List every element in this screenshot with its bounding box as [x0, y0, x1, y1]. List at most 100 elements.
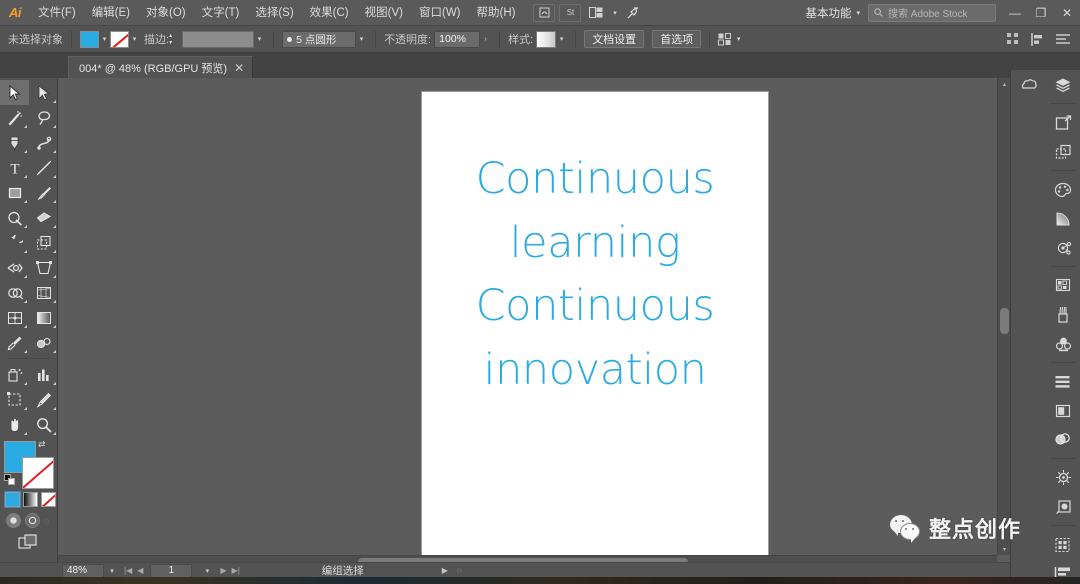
perspective-grid-tool[interactable]: [29, 280, 58, 305]
prev-artboard-icon[interactable]: ◀: [137, 566, 143, 575]
transparency-panel-icon[interactable]: [1046, 530, 1080, 559]
slice-tool[interactable]: [29, 387, 58, 412]
stroke-color-swatch[interactable]: [110, 30, 129, 48]
blend-tool[interactable]: [29, 330, 58, 355]
gradient-mode-button[interactable]: [23, 492, 38, 507]
stock-icon[interactable]: St: [559, 3, 582, 22]
scale-tool[interactable]: [29, 230, 58, 255]
edit-toolbar-icon[interactable]: [17, 534, 40, 550]
vertical-scroll-thumb[interactable]: [1000, 308, 1009, 334]
gradient-panel-icon[interactable]: [1046, 204, 1080, 233]
menu-window[interactable]: 窗口(W): [411, 0, 469, 26]
next-artboard-icon[interactable]: ▶: [220, 566, 226, 575]
appearance-panel-icon[interactable]: [1046, 463, 1080, 492]
artboards-panel-icon[interactable]: [1046, 108, 1080, 137]
select-similar-button[interactable]: [718, 32, 733, 46]
hand-tool[interactable]: [0, 412, 29, 437]
draw-behind-icon[interactable]: [25, 513, 40, 528]
workspace-switcher[interactable]: 基本功能 ▾: [797, 3, 868, 22]
stroke-profile-chevron-down-icon[interactable]: ▾: [254, 31, 265, 48]
document-tab[interactable]: 004* @ 48% (RGB/GPU 预览) ✕: [68, 56, 254, 78]
brush-definition-select[interactable]: 5 点圆形: [282, 30, 357, 48]
zoom-tool[interactable]: [29, 412, 58, 437]
free-transform-tool[interactable]: [29, 255, 58, 280]
direct-selection-tool[interactable]: [29, 80, 58, 105]
default-fill-stroke-icon[interactable]: [4, 474, 15, 485]
type-tool[interactable]: T: [0, 155, 29, 180]
artwork-text-object[interactable]: Continuous learning Continuous innovatio…: [435, 148, 755, 403]
last-artboard-icon[interactable]: ▶|: [232, 566, 240, 575]
pen-tool[interactable]: [0, 130, 29, 155]
pathfinder-panel-icon[interactable]: [1046, 425, 1080, 454]
toolbar-stroke-swatch[interactable]: [22, 457, 54, 489]
artboard-number-input[interactable]: 1: [150, 563, 193, 578]
scroll-up-icon[interactable]: ▴: [998, 78, 1010, 90]
brush-chevron-down-icon[interactable]: ▾: [356, 31, 367, 48]
close-icon[interactable]: ✕: [234, 62, 244, 74]
scroll-down-icon[interactable]: ▾: [998, 543, 1010, 555]
close-button[interactable]: ✕: [1054, 0, 1080, 26]
color-guide-panel-icon[interactable]: [1046, 233, 1080, 262]
arrange-documents-chevron-down-icon[interactable]: ▾: [609, 4, 620, 21]
control-bar-menu-icon[interactable]: [1056, 33, 1070, 45]
status-text-area[interactable]: 编组选择: [322, 563, 364, 578]
curvature-tool[interactable]: [29, 130, 58, 155]
zoom-chevron-down-icon[interactable]: ▾: [104, 567, 120, 575]
eyedropper-tool[interactable]: [0, 330, 29, 355]
opacity-input[interactable]: 100%: [434, 30, 481, 48]
transform-panel-icon[interactable]: [1046, 396, 1080, 425]
graphic-style-swatch[interactable]: [536, 30, 557, 48]
layers-panel-icon[interactable]: [1046, 70, 1080, 99]
arrange-documents-icon[interactable]: [585, 4, 607, 22]
stroke-weight-input[interactable]: [182, 30, 255, 48]
opacity-chevron-icon[interactable]: ›: [480, 31, 491, 48]
color-panel-icon[interactable]: [1046, 175, 1080, 204]
draw-inside-icon[interactable]: ◌: [44, 516, 49, 526]
draw-normal-icon[interactable]: [6, 513, 21, 528]
stock-search-input[interactable]: 搜索 Adobe Stock: [868, 3, 996, 22]
first-artboard-icon[interactable]: |◀: [124, 566, 132, 575]
symbols-panel-icon[interactable]: [1046, 329, 1080, 358]
magic-wand-tool[interactable]: [0, 105, 29, 130]
color-mode-button[interactable]: [4, 491, 21, 508]
fill-color-swatch[interactable]: [80, 30, 99, 48]
paintbrush-tool[interactable]: [29, 180, 58, 205]
asset-export-panel-icon[interactable]: [1046, 137, 1080, 166]
column-graph-tool[interactable]: [29, 362, 58, 387]
none-mode-button[interactable]: [41, 492, 56, 507]
menu-type[interactable]: 文字(T): [194, 0, 248, 26]
canvas-area[interactable]: Continuous learning Continuous innovatio…: [58, 78, 1010, 568]
lasso-tool[interactable]: [29, 105, 58, 130]
minimize-button[interactable]: —: [1002, 0, 1028, 26]
zoom-level-input[interactable]: 48%: [62, 563, 104, 578]
line-segment-tool[interactable]: [29, 155, 58, 180]
artboard-tool[interactable]: [0, 387, 29, 412]
style-chevron-down-icon[interactable]: ▾: [556, 31, 567, 48]
graphic-styles-panel-icon[interactable]: [1046, 492, 1080, 521]
artboard[interactable]: Continuous learning Continuous innovatio…: [422, 92, 768, 565]
shape-builder-tool[interactable]: [0, 280, 29, 305]
brushes-panel-icon[interactable]: [1046, 300, 1080, 329]
restore-button[interactable]: ❐: [1028, 0, 1054, 26]
select-similar-chevron-down-icon[interactable]: ▾: [733, 31, 744, 48]
align-panel-icon[interactable]: [1031, 32, 1045, 46]
swatches-panel-icon[interactable]: [1046, 271, 1080, 300]
menu-select[interactable]: 选择(S): [247, 0, 301, 26]
stroke-chevron-down-icon[interactable]: ▾: [129, 31, 140, 48]
status-reset-icon[interactable]: ◌: [457, 566, 462, 575]
mesh-tool[interactable]: [0, 305, 29, 330]
preferences-button[interactable]: 首选项: [652, 30, 702, 48]
shaper-tool[interactable]: [0, 205, 29, 230]
menu-effect[interactable]: 效果(C): [302, 0, 357, 26]
bridge-icon[interactable]: [533, 3, 556, 22]
align-panel-icon[interactable]: [1046, 367, 1080, 396]
align-dots-icon[interactable]: [1007, 32, 1020, 46]
menu-edit[interactable]: 编辑(E): [84, 0, 138, 26]
menu-file[interactable]: 文件(F): [30, 0, 84, 26]
selection-tool[interactable]: [0, 80, 29, 105]
status-menu-icon[interactable]: ▶: [442, 566, 448, 575]
discover-rocket-icon[interactable]: [622, 4, 644, 22]
menu-object[interactable]: 对象(O): [138, 0, 194, 26]
stroke-weight-stepper[interactable]: ▴ ▾: [169, 31, 178, 48]
eraser-tool[interactable]: [29, 205, 58, 230]
